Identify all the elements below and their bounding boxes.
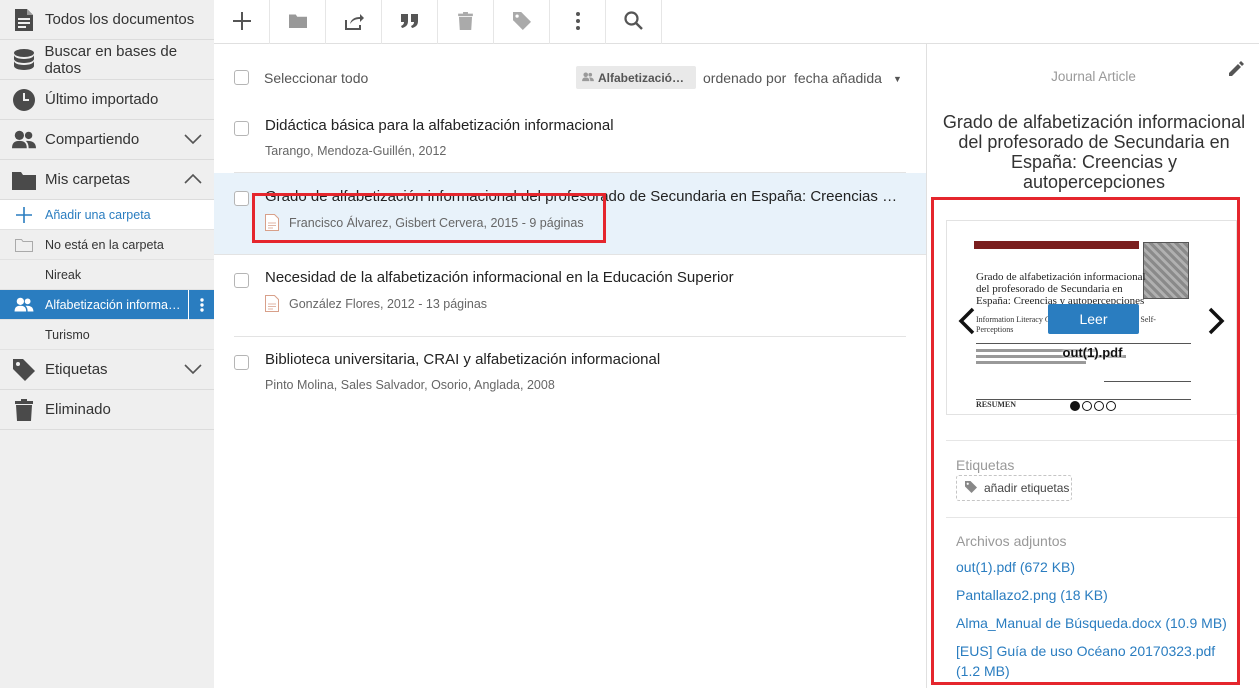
sidebar-item-label: Buscar en bases de datos [44, 42, 178, 77]
annotation-highlight-box [931, 197, 1240, 685]
select-all-label[interactable]: Seleccionar todo [264, 70, 368, 86]
toolbar [214, 0, 1259, 44]
add-folder-label: Añadir una carpeta [45, 207, 151, 222]
folder-label: Turismo [45, 327, 90, 342]
more-vertical-icon[interactable] [188, 290, 214, 320]
row-checkbox[interactable] [234, 121, 249, 136]
sort-dropdown[interactable]: fecha añadida [794, 70, 882, 86]
edit-icon[interactable] [1227, 60, 1245, 81]
sidebar-item-label: Último importado [45, 91, 159, 108]
document-type[interactable]: Journal Article [927, 69, 1259, 84]
tag-icon [512, 11, 531, 33]
chevron-up-icon[interactable] [184, 172, 202, 188]
sidebar-item-label: Etiquetas [45, 361, 108, 378]
pdf-icon [265, 295, 279, 312]
sidebar-item-unfiled[interactable]: No está en la carpeta [0, 230, 214, 260]
cite-button[interactable] [382, 0, 438, 44]
row-checkbox[interactable] [234, 355, 249, 370]
document-meta: Pinto Molina, Sales Salvador, Osorio, An… [265, 378, 555, 392]
folder-icon [288, 13, 307, 31]
delete-button[interactable] [438, 0, 494, 44]
folder-filter-pill[interactable]: Alfabetizació… [576, 66, 696, 89]
clock-icon [12, 88, 36, 112]
sidebar-item-label: Compartiendo [45, 131, 140, 148]
document-meta: Tarango, Mendoza-Guillén, 2012 [265, 144, 447, 158]
folder-icon [12, 168, 36, 192]
folder-pill-label: Alfabetizació… [598, 70, 685, 85]
search-icon [624, 11, 643, 33]
sidebar-item-all-documents[interactable]: Todos los documentos [0, 0, 214, 40]
trash-icon [12, 398, 36, 422]
tag-icon [12, 358, 36, 382]
folder-label: Alfabetización informaci… [45, 297, 185, 312]
sidebar-item-tags[interactable]: Etiquetas [0, 350, 214, 390]
move-to-folder-button[interactable] [270, 0, 326, 44]
database-icon [12, 48, 35, 72]
document-icon [12, 8, 36, 32]
document-detail-title[interactable]: Grado de alfabetización informacional de… [939, 112, 1249, 192]
sidebar-item-recently-imported[interactable]: Último importado [0, 80, 214, 120]
sidebar: Todos los documentos Buscar en bases de … [0, 0, 214, 688]
folder-item-active[interactable]: Alfabetización informaci… [0, 290, 214, 320]
sidebar-item-label: Eliminado [45, 401, 111, 418]
share-button[interactable] [326, 0, 382, 44]
tag-button[interactable] [494, 0, 550, 44]
users-icon [582, 71, 594, 85]
folder-item[interactable]: Turismo [0, 320, 214, 350]
document-title[interactable]: Biblioteca universitaria, CRAI y alfabet… [265, 351, 901, 368]
row-checkbox[interactable] [234, 191, 249, 206]
sidebar-item-trash[interactable]: Eliminado [0, 390, 214, 430]
document-title[interactable]: Necesidad de la alfabetización informaci… [265, 269, 901, 286]
plus-icon [232, 11, 252, 34]
caret-down-icon[interactable]: ▼ [893, 74, 902, 84]
document-row[interactable]: Biblioteca universitaria, CRAI y alfabet… [234, 337, 906, 407]
annotation-highlight-box [252, 193, 606, 243]
plus-icon [14, 205, 34, 225]
more-vertical-icon [575, 11, 580, 33]
document-row[interactable]: Necesidad de la alfabetización informaci… [234, 255, 906, 337]
users-icon [12, 128, 36, 152]
sidebar-item-my-folders[interactable]: Mis carpetas [0, 160, 214, 200]
document-list: Seleccionar todo Alfabetizació… ordenado… [214, 44, 926, 688]
chevron-down-icon[interactable] [184, 362, 202, 378]
search-button[interactable] [606, 0, 662, 44]
sort-label: ordenado por [703, 70, 787, 86]
users-icon [14, 295, 34, 315]
trash-icon [458, 11, 473, 33]
chevron-down-icon[interactable] [184, 132, 202, 148]
folder-label: Nireak [45, 267, 82, 282]
select-all-checkbox[interactable] [234, 70, 249, 85]
document-meta-row: González Flores, 2012 - 13 páginas [265, 295, 487, 312]
folder-outline-icon [14, 235, 34, 255]
share-icon [344, 12, 364, 33]
sidebar-item-label: Mis carpetas [45, 171, 131, 188]
sidebar-item-sharing[interactable]: Compartiendo [0, 120, 214, 160]
add-button[interactable] [214, 0, 270, 44]
folder-item[interactable]: Nireak [0, 260, 214, 290]
sidebar-item-search-databases[interactable]: Buscar en bases de datos [0, 40, 214, 80]
document-title[interactable]: Didáctica básica para la alfabetización … [265, 117, 901, 134]
add-folder-button[interactable]: Añadir una carpeta [0, 200, 214, 230]
unfiled-label: No está en la carpeta [45, 237, 164, 252]
row-checkbox[interactable] [234, 273, 249, 288]
document-meta: González Flores, 2012 - 13 páginas [289, 296, 488, 311]
more-options-button[interactable] [550, 0, 606, 44]
document-row[interactable]: Didáctica básica para la alfabetización … [234, 106, 906, 173]
sidebar-item-label: Todos los documentos [45, 11, 195, 28]
list-header: Seleccionar todo Alfabetizació… ordenado… [214, 44, 926, 106]
quote-icon [400, 13, 420, 32]
